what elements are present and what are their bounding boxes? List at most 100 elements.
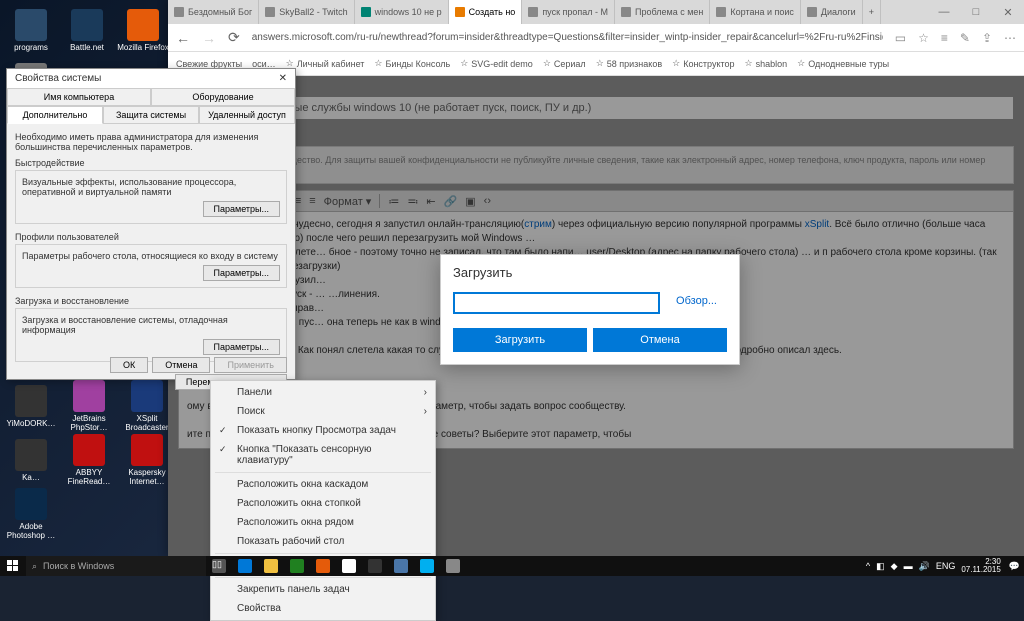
upload-cancel-button[interactable]: Отмена <box>593 328 727 352</box>
tray-icon[interactable]: ◆ <box>891 561 898 572</box>
sysprops-ok-button[interactable]: ОК <box>110 357 148 373</box>
browser-tab[interactable]: Кортана и поис <box>710 0 801 24</box>
desktop-icon[interactable]: Mozilla Firefox <box>116 4 170 56</box>
bookmark-item[interactable]: оси… <box>252 59 276 69</box>
sysprops-tab[interactable]: Дополнительно <box>7 106 103 124</box>
forward-button[interactable]: → <box>202 30 216 46</box>
app-store[interactable] <box>284 556 310 576</box>
app-generic[interactable] <box>440 556 466 576</box>
start-button[interactable] <box>0 556 26 576</box>
volume-icon[interactable]: 🔊 <box>919 561 930 572</box>
upload-title: Загрузить <box>441 255 739 288</box>
desktop-icon[interactable]: programs <box>4 4 58 56</box>
system-properties-dialog: Свойства системы ✕ Имя компьютераОборудо… <box>6 68 296 380</box>
bookmark-item[interactable]: ☆Сериал <box>543 58 586 69</box>
browser-tab[interactable]: Создать но <box>449 0 523 24</box>
app-vk[interactable] <box>388 556 414 576</box>
bookmark-item[interactable]: ☆Бинды Консоль <box>374 58 450 69</box>
perf-params-button[interactable]: Параметры... <box>203 201 280 217</box>
browser-tab[interactable]: Бездомный Бог <box>168 0 259 24</box>
app-explorer[interactable] <box>258 556 284 576</box>
minimize-button[interactable]: — <box>928 0 960 24</box>
sysprops-title: Свойства системы <box>15 73 101 84</box>
reading-view-icon[interactable]: ▭ <box>895 31 906 45</box>
favicon <box>455 7 465 17</box>
share-icon[interactable]: ⇪ <box>982 31 992 45</box>
context-menu-item[interactable]: Поиск <box>211 402 435 421</box>
close-button[interactable]: ✕ <box>992 0 1024 24</box>
bookmark-item[interactable]: ☆Конструктор <box>672 58 734 69</box>
sysprops-tab[interactable]: Защита системы <box>103 106 199 124</box>
clock[interactable]: 2:30 07.11.2015 <box>961 558 1002 574</box>
favicon <box>807 7 817 17</box>
network-icon[interactable]: ▬ <box>904 561 913 571</box>
tab-bar: Бездомный БогSkyBall2 - Twitchwindows 10… <box>168 0 1024 24</box>
app-edge[interactable] <box>232 556 258 576</box>
desktop-icon[interactable]: Battle.net <box>60 4 114 56</box>
boot-params-button[interactable]: Параметры... <box>203 339 280 355</box>
upload-submit-button[interactable]: Загрузить <box>453 328 587 352</box>
context-menu-item[interactable]: Показать рабочий стол <box>211 532 435 551</box>
sysprops-cancel-button[interactable]: Отмена <box>152 357 210 373</box>
bookmark-item[interactable]: ☆SVG-edit demo <box>460 58 533 69</box>
app-skype[interactable] <box>414 556 440 576</box>
refresh-button[interactable]: ⟳ <box>228 29 240 46</box>
profiles-params-button[interactable]: Параметры... <box>203 265 280 281</box>
favorite-icon[interactable]: ☆ <box>918 31 929 45</box>
sysprops-tab[interactable]: Удаленный доступ <box>199 106 295 124</box>
sysprops-tab[interactable]: Оборудование <box>151 88 295 106</box>
sysprops-apply-button: Применить <box>214 357 287 373</box>
browser-tab[interactable]: windows 10 не р <box>355 0 449 24</box>
context-menu-item[interactable]: Кнопка "Показать сенсорную клавиатуру" <box>211 440 435 470</box>
maximize-button[interactable]: □ <box>960 0 992 24</box>
favicon <box>174 7 184 17</box>
bookmark-item[interactable]: ☆shablon <box>745 58 788 69</box>
desktop-icon[interactable]: ABBYY FineRead… <box>62 434 116 486</box>
app-chrome[interactable] <box>336 556 362 576</box>
browse-button[interactable]: Обзор... <box>666 292 727 314</box>
bookmarks-bar: Свежие фрукты оси… ☆Личный кабинет ☆Бинды К… <box>168 52 1024 76</box>
desktop-icon[interactable]: Kaspersky Internet… <box>120 434 174 486</box>
task-view-button[interactable]: ▯▯ <box>206 556 232 576</box>
action-center-icon[interactable]: 💬 <box>1009 561 1020 572</box>
context-menu-item[interactable]: Расположить окна стопкой <box>211 494 435 513</box>
context-menu-item[interactable]: Расположить окна каскадом <box>211 475 435 494</box>
browser-tab[interactable]: пуск пропал - M <box>522 0 615 24</box>
desktop-icon[interactable]: Ka… <box>4 434 58 486</box>
webnote-icon[interactable]: ✎ <box>960 31 970 45</box>
boot-desc: Загрузка и восстановление системы, отлад… <box>22 315 280 335</box>
taskbar: ⌕ Поиск в Windows ▯▯ ^ ◧ ◆ ▬ 🔊 ENG 2:30 … <box>0 556 1024 576</box>
upload-dialog: Загрузить Обзор... Загрузить Отмена <box>440 254 740 365</box>
bookmark-item[interactable]: ☆Однодневные туры <box>797 58 889 69</box>
app-foobar[interactable] <box>362 556 388 576</box>
language-indicator[interactable]: ENG <box>936 561 956 571</box>
desktop-icon[interactable]: Adobe Photoshop … <box>4 488 58 540</box>
favicon <box>361 7 371 17</box>
browser-tab[interactable]: SkyBall2 - Twitch <box>259 0 354 24</box>
sysprops-tab[interactable]: Имя компьютера <box>7 88 151 106</box>
favicon <box>621 7 631 17</box>
sysprops-close-button[interactable]: ✕ <box>279 73 287 84</box>
perf-title: Быстродействие <box>15 158 287 168</box>
app-firefox[interactable] <box>310 556 336 576</box>
taskbar-search[interactable]: ⌕ Поиск в Windows <box>26 556 206 576</box>
tray-expand-icon[interactable]: ^ <box>866 561 870 571</box>
new-tab-button[interactable]: + <box>863 0 881 24</box>
context-menu-item[interactable]: Расположить окна рядом <box>211 513 435 532</box>
bookmark-item[interactable]: Свежие фрукты <box>176 59 242 69</box>
context-menu-item[interactable]: Панели <box>211 383 435 402</box>
context-menu-item[interactable]: Закрепить панель задач <box>211 580 435 599</box>
context-menu-item[interactable]: Свойства <box>211 599 435 618</box>
favicon <box>265 7 275 17</box>
context-menu-item[interactable]: Показать кнопку Просмотра задач <box>211 421 435 440</box>
browser-tab[interactable]: Проблема с мен <box>615 0 710 24</box>
url-input[interactable] <box>252 32 883 43</box>
bookmark-item[interactable]: ☆58 признаков <box>596 58 662 69</box>
bookmark-item[interactable]: ☆Личный кабинет <box>286 58 365 69</box>
tray-icon[interactable]: ◧ <box>876 561 885 572</box>
more-icon[interactable]: ⋯ <box>1004 31 1016 45</box>
back-button[interactable]: ← <box>176 30 190 46</box>
upload-file-input[interactable] <box>453 292 660 314</box>
hub-icon[interactable]: ≡ <box>941 31 948 45</box>
browser-tab[interactable]: Диалоги <box>801 0 863 24</box>
